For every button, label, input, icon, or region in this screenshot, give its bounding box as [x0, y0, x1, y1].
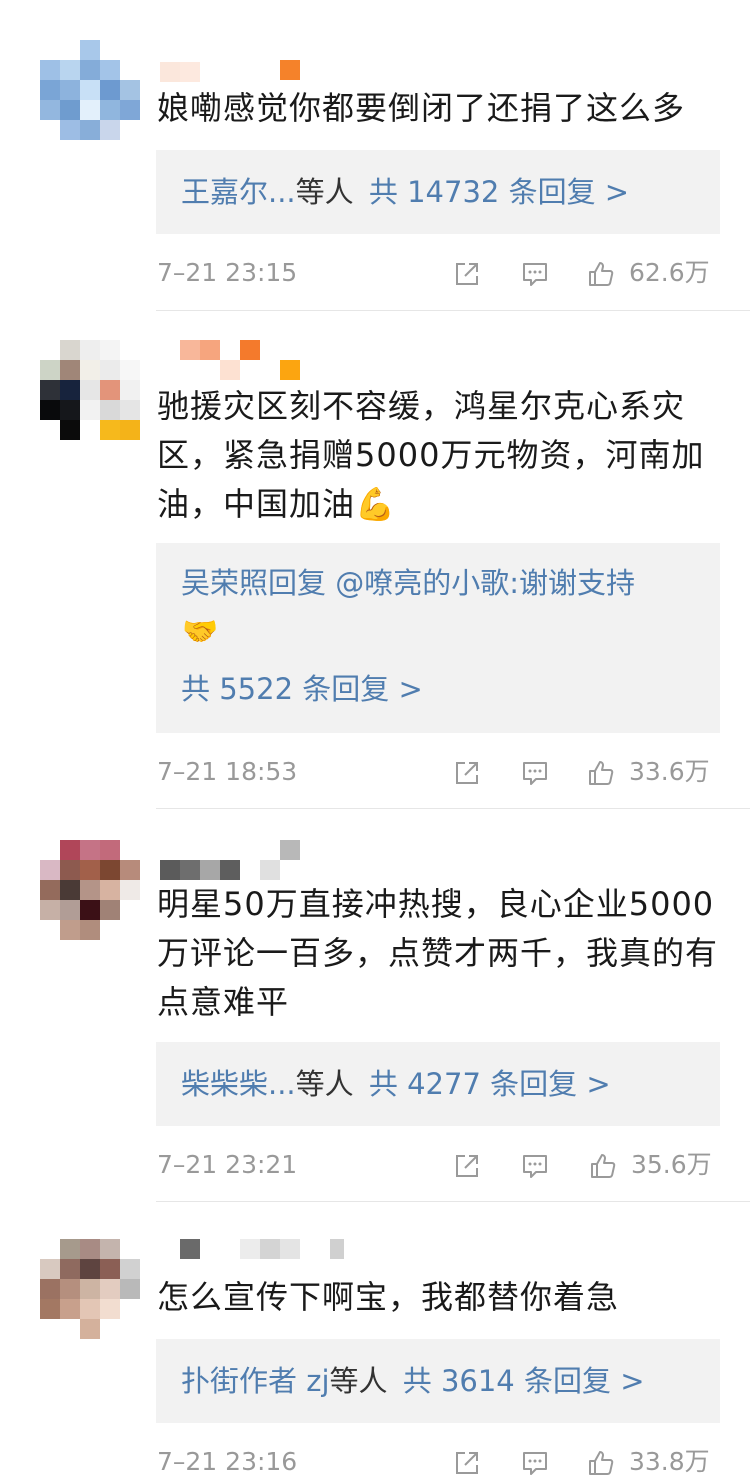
comment-meta: 7–21 23:16 33.8万 [157, 1445, 722, 1479]
avatar[interactable] [40, 340, 140, 440]
comment-text: 怎么宣传下啊宝，我都替你着急 [157, 1278, 620, 1316]
reply-quote[interactable]: 吴荣照回复 @嘹亮的小歌:谢谢支持 [181, 565, 635, 601]
thumbs-up-icon[interactable] [587, 759, 615, 787]
share-icon[interactable] [453, 759, 481, 787]
reply-suffix: 等人 [329, 1364, 388, 1398]
like-count[interactable]: 33.8万 [629, 1445, 710, 1479]
reply-summary[interactable]: 王嘉尔...等人 共 14732 条回复 > [181, 174, 629, 210]
like-count[interactable]: 62.6万 [629, 256, 710, 290]
reply-suffix: 等人 [295, 175, 354, 209]
reply-summary[interactable]: 柴柴柴...等人 共 4277 条回复 > [181, 1066, 611, 1102]
reply-count-link[interactable]: 共 14732 条回复 > [369, 175, 629, 209]
comment-icon[interactable] [521, 1152, 549, 1180]
reply-names[interactable]: 王嘉尔... [181, 175, 296, 209]
username[interactable] [160, 60, 320, 86]
reply-suffix: 等人 [295, 1067, 354, 1101]
reply-names[interactable]: 柴柴柴... [181, 1067, 296, 1101]
timestamp: 7–21 23:16 [157, 1447, 298, 1476]
reply-summary[interactable]: 扑街作者 zj等人 共 3614 条回复 > [181, 1363, 645, 1399]
comment-meta: 7–21 23:15 62.6万 [157, 256, 722, 290]
thumbs-up-icon[interactable] [587, 260, 615, 288]
thumbs-up-icon[interactable] [587, 1449, 615, 1477]
comment-item-4: 怎么宣传下啊宝，我都替你着急 扑街作者 zj等人 共 3614 条回复 > 7–… [0, 1201, 750, 1476]
share-icon[interactable] [453, 1449, 481, 1477]
comment-icon[interactable] [521, 260, 549, 288]
username[interactable] [160, 1239, 344, 1265]
timestamp: 7–21 23:21 [157, 1150, 298, 1179]
reply-emoji: 🤝 [182, 614, 219, 648]
comment-item-2: 驰援灾区刻不容缓，鸿星尔克心系灾区，紧急捐赠5000万元物资，河南加油，中国加油… [0, 310, 750, 808]
avatar[interactable] [40, 1239, 140, 1339]
reply-names[interactable]: 扑街作者 zj [181, 1364, 330, 1398]
comment-icon[interactable] [521, 1449, 549, 1477]
comment-text: 明星50万直接冲热搜，良心企业5000万评论一百多，点赞才两千，我真的有点意难平 [157, 885, 719, 1021]
timestamp: 7–21 18:53 [157, 757, 298, 786]
comment-meta: 7–21 23:21 35.6万 [157, 1148, 722, 1182]
comment-icon[interactable] [521, 759, 549, 787]
reply-count-link[interactable]: 共 3614 条回复 > [403, 1364, 645, 1398]
reply-box[interactable]: 扑街作者 zj等人 共 3614 条回复 > [156, 1339, 720, 1423]
comment-item-1: 娘嘞感觉你都要倒闭了还捐了这么多 王嘉尔...等人 共 14732 条回复 > … [0, 0, 750, 310]
avatar[interactable] [40, 840, 140, 940]
like-count[interactable]: 33.6万 [629, 755, 710, 789]
username[interactable] [160, 340, 320, 380]
reply-box[interactable]: 王嘉尔...等人 共 14732 条回复 > [156, 150, 720, 234]
reply-box[interactable]: 柴柴柴...等人 共 4277 条回复 > [156, 1042, 720, 1126]
reply-count-link[interactable]: 共 4277 条回复 > [369, 1067, 611, 1101]
comment-text: 驰援灾区刻不容缓，鸿星尔克心系灾区，紧急捐赠5000万元物资，河南加油，中国加油… [157, 387, 705, 523]
comment-item-3: 明星50万直接冲热搜，良心企业5000万评论一百多，点赞才两千，我真的有点意难平… [0, 808, 750, 1201]
reply-count-link[interactable]: 共 5522 条回复 > [181, 671, 423, 707]
thumbs-up-icon[interactable] [589, 1152, 617, 1180]
comment-text: 娘嘞感觉你都要倒闭了还捐了这么多 [157, 89, 686, 127]
timestamp: 7–21 23:15 [157, 258, 298, 287]
avatar[interactable] [40, 40, 140, 140]
like-count[interactable]: 35.6万 [631, 1148, 712, 1182]
share-icon[interactable] [453, 260, 481, 288]
comment-meta: 7–21 18:53 33.6万 [157, 755, 722, 789]
reply-box[interactable]: 吴荣照回复 @嘹亮的小歌:谢谢支持 🤝 共 5522 条回复 > [156, 543, 720, 733]
username[interactable] [160, 840, 320, 880]
share-icon[interactable] [453, 1152, 481, 1180]
